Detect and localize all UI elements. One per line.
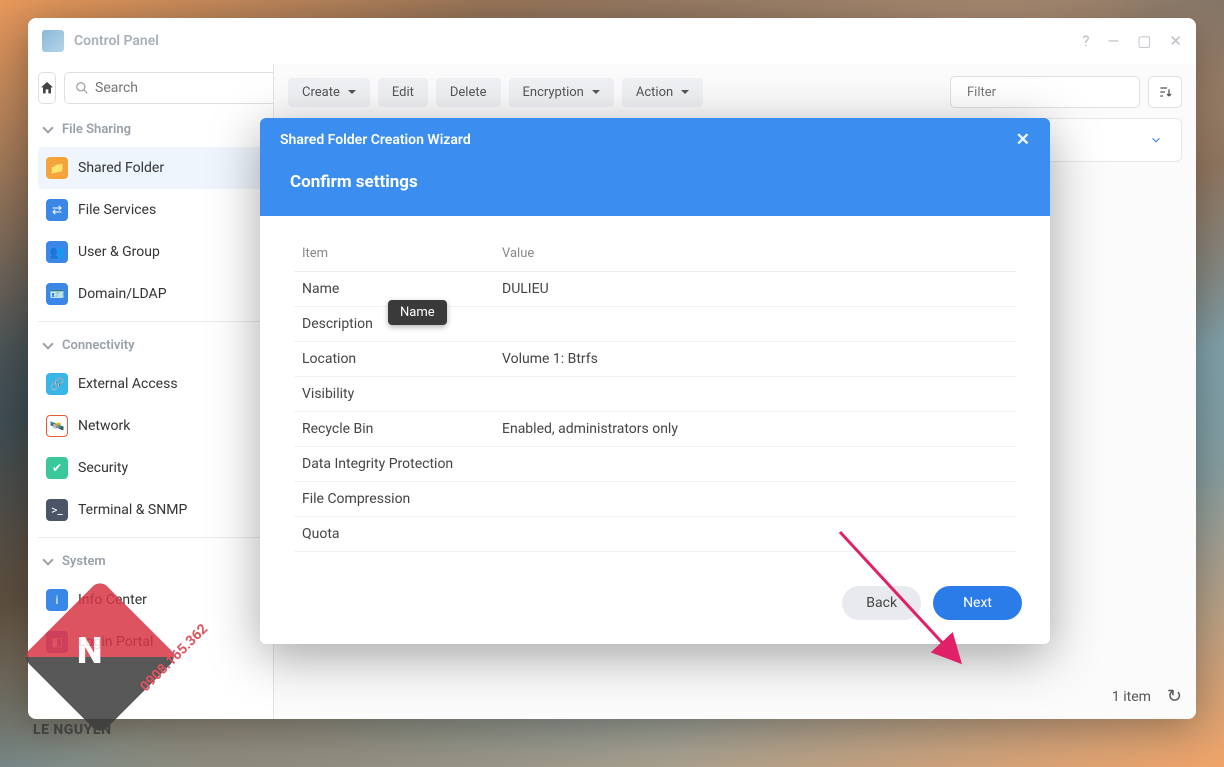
table-row: File Compression bbox=[294, 482, 1016, 517]
shared-folder-wizard: Shared Folder Creation Wizard ✕ Confirm … bbox=[260, 118, 1050, 644]
terminal-icon: >_ bbox=[46, 499, 68, 521]
table-row: Visibility bbox=[294, 377, 1016, 412]
wizard-header: Shared Folder Creation Wizard ✕ Confirm … bbox=[260, 118, 1050, 216]
watermark: N 0908.165.362 LE NGUYEN bbox=[15, 582, 195, 762]
section-connectivity[interactable]: Connectivity bbox=[38, 328, 263, 363]
file-services-icon: ⇄ bbox=[46, 199, 68, 221]
wizard-title: Shared Folder Creation Wizard bbox=[280, 132, 471, 148]
sidebar-item-file-services[interactable]: ⇄File Services bbox=[38, 189, 263, 231]
delete-button[interactable]: Delete bbox=[436, 78, 501, 107]
sidebar-item-domain-ldap[interactable]: 🪪Domain/LDAP bbox=[38, 273, 263, 315]
search-input[interactable] bbox=[95, 80, 273, 96]
table-row: Recycle BinEnabled, administrators only bbox=[294, 412, 1016, 447]
section-system[interactable]: System bbox=[38, 544, 263, 579]
settings-table: Item Value NameDULIEU DescriptionName Lo… bbox=[294, 236, 1016, 552]
wizard-heading: Confirm settings bbox=[290, 172, 1030, 192]
filter-input[interactable] bbox=[967, 85, 1133, 100]
filter-field[interactable] bbox=[950, 76, 1140, 108]
domain-icon: 🪪 bbox=[46, 283, 68, 305]
network-icon: 🛰️ bbox=[46, 415, 68, 437]
help-icon[interactable]: ? bbox=[1082, 32, 1089, 50]
search-icon bbox=[75, 81, 89, 95]
window-titlebar: Control Panel ? — ▢ ✕ bbox=[28, 18, 1196, 64]
home-button[interactable] bbox=[38, 72, 56, 104]
sidebar-item-terminal-snmp[interactable]: >_Terminal & SNMP bbox=[38, 489, 263, 531]
control-panel-icon bbox=[42, 30, 64, 52]
sidebar-item-shared-folder[interactable]: 📁Shared Folder bbox=[38, 147, 263, 189]
next-button[interactable]: Next bbox=[933, 586, 1022, 620]
status-bar: 1 item ↻ bbox=[1112, 686, 1182, 707]
toolbar: Create Edit Delete Encryption Action bbox=[288, 76, 1182, 108]
search-field[interactable] bbox=[64, 72, 274, 104]
divider bbox=[38, 321, 263, 322]
external-access-icon: 🔗 bbox=[46, 373, 68, 395]
chevron-down-icon bbox=[1149, 133, 1163, 147]
table-row: LocationVolume 1: Btrfs bbox=[294, 342, 1016, 377]
close-icon[interactable]: ✕ bbox=[1169, 32, 1182, 50]
col-header-item: Item bbox=[294, 236, 494, 272]
sidebar-item-user-group[interactable]: 👥User & Group bbox=[38, 231, 263, 273]
edit-button[interactable]: Edit bbox=[378, 78, 428, 107]
create-button[interactable]: Create bbox=[288, 78, 370, 107]
maximize-icon[interactable]: ▢ bbox=[1137, 32, 1151, 50]
back-button[interactable]: Back bbox=[842, 586, 921, 620]
sidebar-item-network[interactable]: 🛰️Network bbox=[38, 405, 263, 447]
table-row: Data Integrity Protection bbox=[294, 447, 1016, 482]
divider bbox=[38, 537, 263, 538]
col-header-value: Value bbox=[494, 236, 992, 272]
home-icon bbox=[39, 80, 55, 96]
sort-button[interactable] bbox=[1148, 76, 1182, 108]
shield-icon: ✔ bbox=[46, 457, 68, 479]
sort-icon bbox=[1157, 84, 1173, 100]
action-button[interactable]: Action bbox=[622, 78, 703, 107]
table-row: DescriptionName bbox=[294, 307, 1016, 342]
table-row: Quota bbox=[294, 517, 1016, 552]
sidebar-item-security[interactable]: ✔Security bbox=[38, 447, 263, 489]
section-file-sharing[interactable]: File Sharing bbox=[38, 112, 263, 147]
sidebar-item-external-access[interactable]: 🔗External Access bbox=[38, 363, 263, 405]
refresh-button[interactable]: ↻ bbox=[1167, 686, 1182, 707]
minimize-icon[interactable]: — bbox=[1108, 32, 1120, 50]
wizard-close-button[interactable]: ✕ bbox=[1016, 130, 1030, 150]
tooltip: Name bbox=[388, 300, 447, 325]
item-count: 1 item bbox=[1112, 689, 1151, 705]
window-title: Control Panel bbox=[74, 33, 1082, 49]
encryption-button[interactable]: Encryption bbox=[509, 78, 614, 107]
user-group-icon: 👥 bbox=[46, 241, 68, 263]
folder-icon: 📁 bbox=[46, 157, 68, 179]
